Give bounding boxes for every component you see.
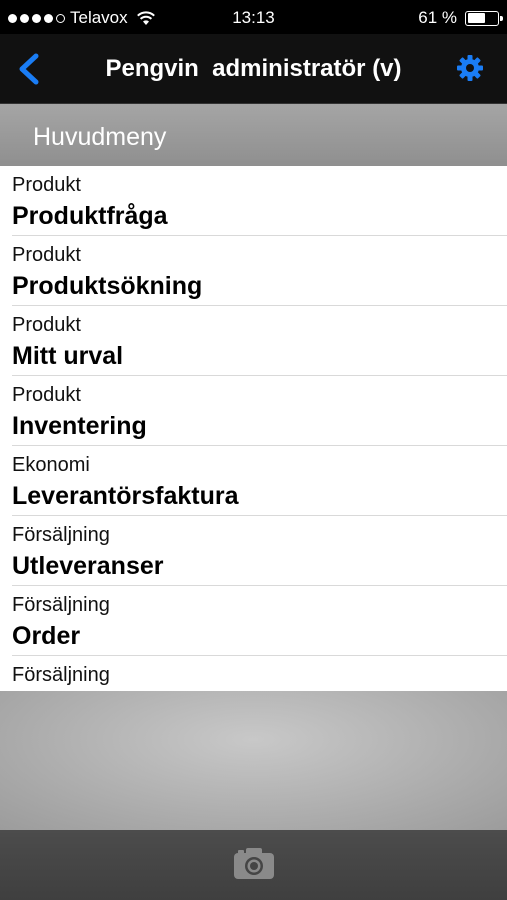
- menu-item-category: Försäljning: [12, 664, 110, 686]
- menu-item-produktsokning[interactable]: Produkt Produktsökning: [12, 236, 507, 306]
- gear-icon: [457, 55, 483, 81]
- menu-item-inventering[interactable]: Produkt Inventering: [12, 376, 507, 446]
- menu-item-title: Inventering: [12, 412, 147, 440]
- camera-icon: [234, 848, 274, 879]
- menu-item-utleveranser[interactable]: Försäljning Utleveranser: [12, 516, 507, 586]
- menu-item-forsaljning-partial[interactable]: Försäljning: [12, 656, 507, 691]
- menu-item-category: Produkt: [12, 244, 81, 266]
- settings-button[interactable]: [455, 53, 485, 83]
- menu-item-title: Produktsökning: [12, 272, 203, 300]
- menu-item-title: Produktfråga: [12, 202, 168, 230]
- menu-item-category: Ekonomi: [12, 454, 90, 476]
- back-button[interactable]: [14, 52, 44, 86]
- chevron-left-icon: [19, 53, 39, 85]
- menu-item-category: Produkt: [12, 174, 81, 196]
- status-bar: Telavox 13:13 61 %: [0, 0, 507, 34]
- battery-icon: [465, 10, 503, 26]
- section-title: Huvudmeny: [33, 123, 167, 151]
- menu-item-category: Produkt: [12, 314, 81, 336]
- section-header: Huvudmeny: [0, 104, 507, 166]
- page-title: Pengvin administratör (v): [105, 55, 402, 82]
- menu-item-title: Mitt urval: [12, 342, 124, 370]
- menu-item-category: Försäljning: [12, 524, 110, 546]
- menu-item-title: Utleveranser: [12, 552, 164, 580]
- camera-button[interactable]: [233, 846, 275, 880]
- bottom-toolbar: [0, 830, 507, 900]
- battery-percentage: 61 %: [418, 8, 457, 27]
- menu-item-leverantorsfaktura[interactable]: Ekonomi Leverantörsfaktura: [12, 446, 507, 516]
- background-area: [0, 691, 507, 830]
- menu-item-title: Order: [12, 622, 81, 650]
- navigation-bar: Pengvin administratör (v): [0, 34, 507, 104]
- menu-item-produktfraga[interactable]: Produkt Produktfråga: [12, 166, 507, 236]
- menu-item-title: Leverantörsfaktura: [12, 482, 239, 510]
- main-menu-list: Produkt Produktfråga Produkt Produktsökn…: [0, 166, 507, 691]
- menu-item-category: Försäljning: [12, 594, 110, 616]
- menu-item-order[interactable]: Försäljning Order: [12, 586, 507, 656]
- menu-item-mitt-urval[interactable]: Produkt Mitt urval: [12, 306, 507, 376]
- menu-item-category: Produkt: [12, 384, 81, 406]
- status-right: 61 %: [418, 8, 503, 28]
